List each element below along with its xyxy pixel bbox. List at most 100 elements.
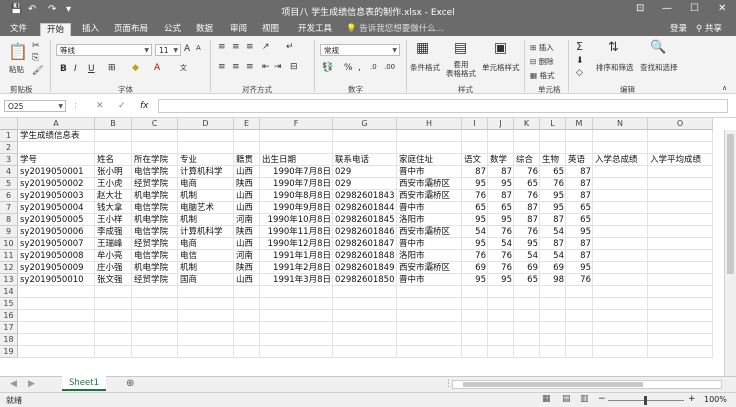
cell[interactable] — [178, 310, 234, 322]
cell[interactable] — [260, 130, 333, 142]
cell[interactable] — [488, 286, 514, 298]
cell[interactable] — [260, 346, 333, 358]
column-header-B[interactable]: B — [95, 118, 132, 130]
row-header-3[interactable]: 3 — [0, 154, 18, 166]
cell-E5[interactable]: 陕西 — [234, 178, 260, 190]
copy-icon[interactable]: ⎘ — [32, 53, 39, 63]
cell-A4[interactable]: sy2019050001 — [18, 166, 95, 178]
cell-D3[interactable]: 专业 — [178, 154, 234, 166]
cell[interactable] — [648, 214, 713, 226]
cell[interactable] — [18, 334, 95, 346]
cell[interactable] — [593, 262, 648, 274]
clear-icon[interactable]: ◇ — [576, 68, 583, 78]
cell-M11[interactable]: 87 — [566, 250, 593, 262]
cell-B6[interactable]: 赵大壮 — [95, 190, 132, 202]
cell-C6[interactable]: 机电学院 — [132, 190, 178, 202]
cell[interactable] — [95, 310, 132, 322]
cell-I10[interactable]: 95 — [462, 238, 488, 250]
minimize-button[interactable]: — — [662, 3, 672, 14]
formula-input[interactable] — [158, 99, 728, 113]
cell[interactable] — [178, 130, 234, 142]
cell-C11[interactable]: 电信学院 — [132, 250, 178, 262]
cell-C3[interactable]: 所在学院 — [132, 154, 178, 166]
cell-G10[interactable]: 02982601847 — [333, 238, 397, 250]
tab-file[interactable]: 文件 — [10, 23, 27, 36]
cell-L11[interactable]: 54 — [540, 250, 566, 262]
column-header-J[interactable]: J — [488, 118, 514, 130]
cell-K8[interactable]: 87 — [514, 214, 540, 226]
cell-G7[interactable]: 02982601844 — [333, 202, 397, 214]
ribbon-display-options-icon[interactable]: ⊡ — [636, 3, 644, 14]
font-color-icon[interactable]: A — [154, 63, 160, 73]
row-header-9[interactable]: 9 — [0, 226, 18, 238]
cell-M8[interactable]: 65 — [566, 214, 593, 226]
share-button[interactable]: ⚲ 共享 — [696, 23, 722, 36]
cell-styles-icon[interactable]: ▣ — [494, 40, 507, 56]
cell[interactable] — [18, 346, 95, 358]
cell[interactable] — [397, 130, 462, 142]
cell-J3[interactable]: 数学 — [488, 154, 514, 166]
row-header-16[interactable]: 16 — [0, 310, 18, 322]
cell-D5[interactable]: 电商 — [178, 178, 234, 190]
tab-developer[interactable]: 开发工具 — [298, 23, 332, 36]
cell[interactable] — [462, 322, 488, 334]
cell-E10[interactable]: 山西 — [234, 238, 260, 250]
accounting-format-icon[interactable]: 💱 — [322, 63, 333, 73]
cell[interactable] — [593, 238, 648, 250]
cell-K12[interactable]: 69 — [514, 262, 540, 274]
cell[interactable] — [397, 334, 462, 346]
cell-J11[interactable]: 76 — [488, 250, 514, 262]
cell[interactable] — [132, 346, 178, 358]
cell-F6[interactable]: 1990年8月8日 — [260, 190, 333, 202]
tab-insert[interactable]: 插入 — [82, 23, 99, 36]
cell-J12[interactable]: 76 — [488, 262, 514, 274]
cell-G4[interactable]: 029 — [333, 166, 397, 178]
cell[interactable] — [397, 286, 462, 298]
format-painter-icon[interactable]: 🖌 — [32, 66, 43, 76]
cell[interactable] — [566, 322, 593, 334]
cell[interactable] — [333, 334, 397, 346]
cell-A5[interactable]: sy2019050002 — [18, 178, 95, 190]
cell[interactable] — [234, 334, 260, 346]
cell-J6[interactable]: 87 — [488, 190, 514, 202]
cell-B11[interactable]: 牟小亮 — [95, 250, 132, 262]
cell[interactable] — [18, 310, 95, 322]
name-box[interactable]: O25 ▼ — [4, 100, 66, 112]
cell-C10[interactable]: 经贸学院 — [132, 238, 178, 250]
cell-C5[interactable]: 经贸学院 — [132, 178, 178, 190]
cell[interactable] — [178, 142, 234, 154]
fill-color-icon[interactable]: ◆ — [132, 63, 139, 73]
find-select-icon[interactable]: 🔍 — [650, 40, 666, 55]
row-header-4[interactable]: 4 — [0, 166, 18, 178]
cell[interactable] — [514, 142, 540, 154]
cell[interactable] — [462, 130, 488, 142]
cell-I5[interactable]: 95 — [462, 178, 488, 190]
cell[interactable] — [593, 250, 648, 262]
cell-K10[interactable]: 95 — [514, 238, 540, 250]
cell-I13[interactable]: 95 — [462, 274, 488, 286]
column-header-D[interactable]: D — [178, 118, 234, 130]
cell[interactable] — [333, 346, 397, 358]
paste-button[interactable]: 粘贴 — [9, 64, 24, 75]
phonetic-icon[interactable]: 文 — [180, 63, 187, 73]
cell[interactable] — [593, 166, 648, 178]
cell[interactable] — [566, 130, 593, 142]
cell[interactable] — [462, 346, 488, 358]
cell-K7[interactable]: 87 — [514, 202, 540, 214]
row-header-1[interactable]: 1 — [0, 130, 18, 142]
cell[interactable] — [260, 142, 333, 154]
cell[interactable] — [648, 346, 713, 358]
cell[interactable] — [593, 214, 648, 226]
cell-H9[interactable]: 西安市灞桥区 — [397, 226, 462, 238]
find-select-button[interactable]: 查找和选择 — [640, 62, 678, 73]
zoom-out-button[interactable]: − — [598, 394, 606, 404]
cell[interactable] — [648, 142, 713, 154]
select-all-corner[interactable] — [0, 118, 18, 130]
cell-H7[interactable]: 晋中市 — [397, 202, 462, 214]
cell[interactable] — [540, 334, 566, 346]
cell-I12[interactable]: 69 — [462, 262, 488, 274]
cell[interactable] — [333, 130, 397, 142]
cell[interactable] — [648, 226, 713, 238]
cell-C13[interactable]: 经贸学院 — [132, 274, 178, 286]
cell-E11[interactable]: 河南 — [234, 250, 260, 262]
